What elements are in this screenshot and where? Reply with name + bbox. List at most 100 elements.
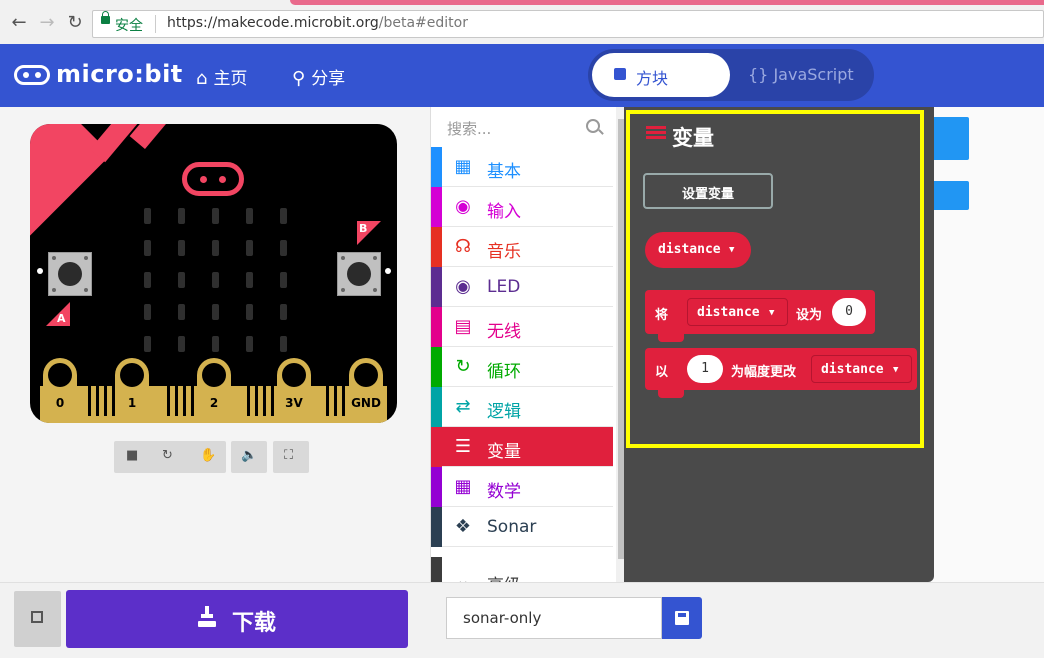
pin-0[interactable] [43,358,77,423]
led[interactable] [178,208,185,224]
pin-tooth [175,386,178,416]
pin-label: 2 [209,396,219,410]
led[interactable] [212,240,219,256]
button-a-cap [58,262,82,286]
share-label: 分享 [311,69,346,89]
download-button[interactable]: 下载 [66,590,408,648]
category-color-bar [431,557,442,582]
led[interactable] [178,240,185,256]
category-led[interactable]: ◉ LED [431,267,613,307]
led[interactable] [280,272,287,288]
chevron-down-icon: ⌄ [455,570,471,583]
pin-hole [202,363,226,387]
sim-controls: ■ ↻ ✋ [114,441,226,473]
pin-label: 0 [55,396,65,410]
search-icon[interactable] [586,119,600,133]
pin-gnd[interactable] [349,358,383,423]
slowmo-icon[interactable]: ✋ [200,448,216,463]
button-a[interactable] [48,252,92,296]
home-button[interactable]: ⌂ 主页 [196,64,247,89]
led[interactable] [144,272,151,288]
led[interactable] [246,304,253,320]
board-edge-dot [385,268,391,274]
led[interactable] [280,208,287,224]
led[interactable] [144,208,151,224]
javascript-tab[interactable]: {} JavaScript [748,65,854,84]
led[interactable] [178,272,185,288]
reload-icon[interactable]: ↻ [64,12,86,34]
category-input[interactable]: ◉ 输入 [431,187,613,227]
led[interactable] [212,304,219,320]
workspace-block[interactable] [930,117,969,160]
category-math[interactable]: ▦ 数学 [431,467,613,507]
stop-icon[interactable]: ■ [126,448,138,463]
category-label: 循环 [487,362,521,382]
category-color-bar [431,387,442,427]
search-box[interactable]: 搜索... [431,107,617,147]
collapse-simulator-button[interactable] [14,591,61,647]
calculator-icon: ▦ [454,476,472,497]
led[interactable] [144,304,151,320]
search-input[interactable]: 搜索... [447,118,491,139]
workspace-block[interactable] [930,181,969,210]
led[interactable] [178,304,185,320]
tab-accent [290,0,1044,5]
category-logic[interactable]: ⇄ 逻辑 [431,387,613,427]
target-icon: ◉ [455,196,471,217]
pin-3v[interactable] [277,358,311,423]
restart-icon[interactable]: ↻ [162,448,173,463]
secure-label: 安全 [115,18,143,34]
blocks-tab[interactable]: 方块 [592,53,730,97]
tab-strip [0,0,1044,6]
category-basic[interactable]: ▦ 基本 [431,147,613,187]
led[interactable] [212,208,219,224]
category-loops[interactable]: ↻ 循环 [431,347,613,387]
mute-button[interactable]: 🔈 [231,441,267,473]
screw [341,256,345,260]
category-color-bar [431,267,442,307]
pin-tooth [88,386,91,416]
led[interactable] [246,272,253,288]
pin-tooth [104,386,107,416]
led[interactable] [212,336,219,352]
home-label: 主页 [213,69,248,89]
led[interactable] [280,336,287,352]
led[interactable] [280,240,287,256]
url-separator [155,15,156,33]
pin-2[interactable] [197,358,231,423]
category-sonar[interactable]: ❖ Sonar [431,507,613,547]
board-logo [182,162,244,196]
back-icon[interactable]: ← [8,12,30,34]
url-rest: /beta#editor [378,15,468,31]
pin-tooth [326,386,329,416]
puzzle-icon: ❖ [454,516,472,537]
category-advanced[interactable]: ⌄ 高级 [431,557,613,582]
share-button[interactable]: ⚲ 分享 [292,64,345,89]
category-music[interactable]: ☊ 音乐 [431,227,613,267]
button-b[interactable] [337,252,381,296]
led[interactable] [246,208,253,224]
address-bar[interactable]: 安全 https://makecode.microbit.org/beta#ed… [92,10,1044,38]
screw [373,256,377,260]
led[interactable] [246,240,253,256]
category-variables[interactable]: ☰ 变量 [431,427,613,467]
fullscreen-button[interactable]: ⛶ [273,441,309,473]
url-text: https://makecode.microbit.org/beta#edito… [167,15,468,31]
project-name-input[interactable]: sonar-only [446,597,662,639]
led[interactable] [144,336,151,352]
forward-icon[interactable]: → [36,12,58,34]
led[interactable] [246,336,253,352]
led[interactable] [178,336,185,352]
save-button[interactable] [662,597,702,639]
headphones-icon: ☊ [455,236,471,257]
led[interactable] [212,272,219,288]
led[interactable] [144,240,151,256]
category-radio[interactable]: ▤ 无线 [431,307,613,347]
button-a-label: A [57,312,66,325]
pin-1[interactable] [115,358,149,423]
screw [84,256,88,260]
pin-tooth [334,386,337,416]
led[interactable] [280,304,287,320]
pin-hole [354,363,378,387]
pin-tooth [271,386,274,416]
